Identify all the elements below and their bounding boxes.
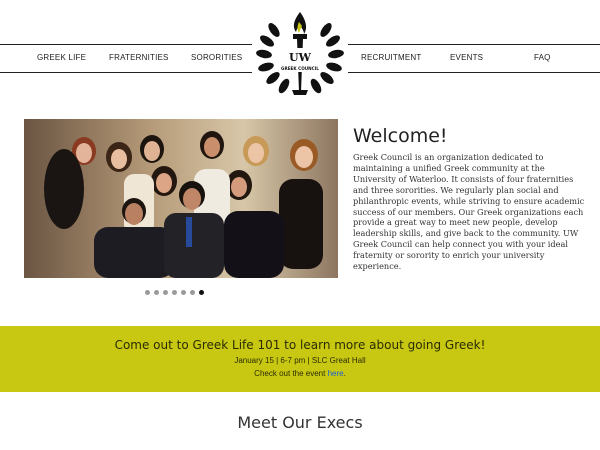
carousel-dot-active[interactable]	[199, 290, 204, 295]
welcome-heading: Welcome!	[353, 125, 448, 147]
event-details: January 15 | 6-7 pm | SLC Great Hall	[234, 356, 366, 365]
nav-greek-life[interactable]: GREEK LIFE	[37, 53, 86, 62]
carousel-dot[interactable]	[154, 290, 159, 295]
event-banner: Come out to Greek Life 101 to learn more…	[0, 326, 600, 392]
nav-events[interactable]: EVENTS	[450, 53, 483, 62]
event-here-link[interactable]: here	[328, 369, 344, 378]
carousel-dots	[145, 290, 204, 295]
logo-greek-council-text: GREEK COUNCIL	[281, 66, 319, 71]
welcome-paragraph: Greek Council is an organization dedicat…	[353, 152, 585, 272]
event-link-line: Check out the event here.	[0, 369, 600, 378]
meet-execs-heading: Meet Our Execs	[237, 413, 363, 432]
carousel-dot[interactable]	[181, 290, 186, 295]
hero-carousel-image[interactable]	[24, 119, 338, 278]
carousel-dot[interactable]	[145, 290, 150, 295]
event-banner-heading: Come out to Greek Life 101 to learn more…	[114, 338, 486, 352]
event-link-prefix: Check out the event	[254, 369, 328, 378]
nav-recruitment[interactable]: RECRUITMENT	[361, 53, 421, 62]
site-logo[interactable]: UW GREEK COUNCIL	[252, 4, 348, 100]
event-link-suffix: .	[343, 369, 346, 378]
carousel-dot[interactable]	[163, 290, 168, 295]
nav-fraternities[interactable]: FRATERNITIES	[109, 53, 169, 62]
nav-faq[interactable]: FAQ	[534, 53, 551, 62]
logo-uw-text: UW	[289, 51, 312, 64]
group-photo	[24, 119, 338, 278]
nav-sororities[interactable]: SORORITIES	[191, 53, 242, 62]
carousel-dot[interactable]	[172, 290, 177, 295]
carousel-dot[interactable]	[190, 290, 195, 295]
torch-laurel-wreath-icon: UW GREEK COUNCIL	[256, 12, 344, 95]
